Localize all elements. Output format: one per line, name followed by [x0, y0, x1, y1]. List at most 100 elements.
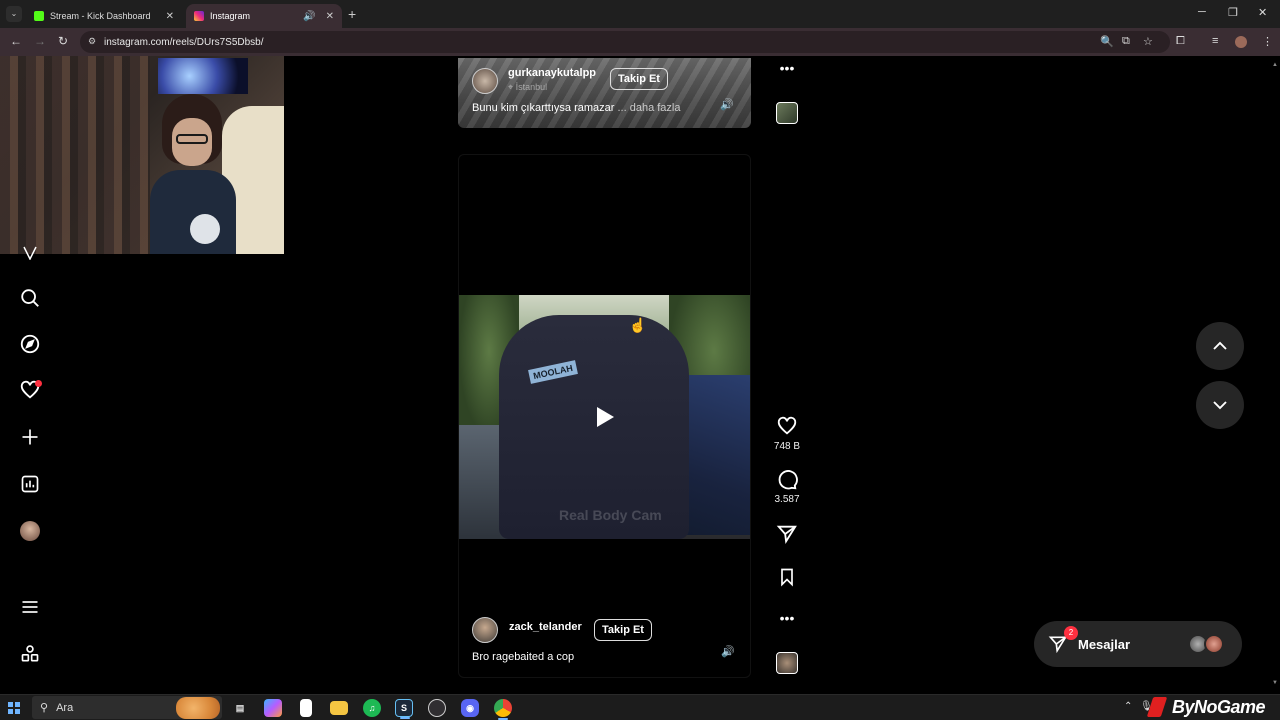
contact-avatar [1204, 634, 1224, 654]
dashboard-icon[interactable] [18, 472, 42, 496]
bynogame-brand-text: ByNoGame [1172, 696, 1266, 717]
back-icon[interactable]: ← [10, 34, 22, 48]
steam-icon[interactable]: S [395, 699, 413, 719]
browser-tab-strip: ⌄ Stream - Kick Dashboard ✕ Instagram 🔊 … [0, 0, 1280, 28]
instagram-reels-page: gurkanaykutalpp ⌖ İstanbul Takip Et Bunu… [0, 56, 1280, 694]
browser-menu-icon[interactable]: ⋮ [1262, 35, 1273, 48]
forward-icon[interactable]: → [34, 34, 46, 48]
media-control-icon[interactable]: ≡ [1212, 35, 1218, 47]
chrome-icon[interactable] [494, 699, 512, 720]
like-count: 748 B [773, 441, 801, 452]
close-tab-icon[interactable]: ✕ [166, 11, 174, 22]
search-icon: ⚲ [40, 702, 49, 714]
windows-taskbar: ⚲ Ara ▤ ♫ S ◉ ⌃ 🎙 [0, 694, 1280, 720]
also-from-meta-icon[interactable] [18, 642, 42, 666]
page-scrollbar-down[interactable]: ▼ [1272, 680, 1278, 688]
instagram-icon [194, 11, 204, 21]
spotify-icon[interactable]: ♫ [363, 699, 381, 717]
streamer [150, 94, 236, 254]
location-text: İstanbul [515, 82, 548, 92]
more-options-icon[interactable]: ••• [775, 610, 799, 626]
streamer-body [150, 170, 236, 254]
zoom-icon[interactable]: 🔍 [1100, 35, 1114, 48]
address-bar[interactable]: ⚙ instagram.com/reels/DUrs7S5Dbsb/ [80, 31, 1170, 53]
reel-author-username[interactable]: zack_telander [509, 621, 582, 633]
volume-icon[interactable]: 🔊 [720, 98, 734, 111]
install-app-icon[interactable]: ⧉ [1122, 35, 1130, 48]
tab-search-button[interactable]: ⌄ [6, 6, 22, 22]
site-info-icon[interactable]: ⚙ [88, 36, 96, 47]
like-heart-icon[interactable] [775, 415, 799, 442]
previous-reel-button[interactable] [1196, 322, 1244, 370]
reload-icon[interactable]: ↻ [58, 34, 68, 48]
volume-icon[interactable]: 🔊 [721, 645, 735, 658]
notification-dot [35, 380, 42, 387]
close-tab-icon[interactable]: ✕ [326, 11, 334, 22]
follow-button[interactable]: Takip Et [594, 619, 652, 641]
location-pin-icon: ⌖ [508, 82, 514, 92]
reels-icon[interactable] [18, 246, 42, 260]
video-watermark: Real Body Cam [559, 507, 662, 523]
tab-kick-dashboard[interactable]: Stream - Kick Dashboard ✕ [26, 4, 182, 28]
search-highlight-cat-image [176, 697, 220, 719]
reel-author-avatar[interactable] [472, 617, 498, 643]
reel-caption: Bro ragebaited a cop [472, 651, 575, 663]
messages-badge: 2 [1064, 626, 1078, 640]
file-explorer-icon[interactable] [330, 701, 348, 715]
mouse-cursor-icon: ☝ [629, 317, 647, 333]
reel-video[interactable]: MOOLAH Real Body Cam ☝ [459, 295, 750, 539]
copilot-icon[interactable] [264, 699, 282, 717]
comment-count: 3.587 [774, 494, 800, 505]
windows-start-icon[interactable] [8, 702, 20, 714]
bynogame-logo: ByNoGame [1146, 694, 1280, 720]
microphone [190, 214, 220, 244]
share-icon[interactable] [775, 523, 799, 550]
profile-avatar-icon[interactable] [18, 519, 42, 543]
play-button[interactable] [577, 397, 633, 437]
next-reel-button[interactable] [1196, 381, 1244, 429]
explore-compass-icon[interactable] [18, 332, 42, 356]
more-options-icon[interactable]: ••• [775, 60, 799, 76]
speaker-icon[interactable]: 🔊 [303, 11, 315, 22]
profile-avatar[interactable] [1235, 36, 1247, 48]
reel-author-username[interactable]: gurkanaykutalpp [508, 67, 596, 79]
obs-icon[interactable] [428, 699, 446, 717]
browser-toolbar: ← → ↻ ⚙ instagram.com/reels/DUrs7S5Dbsb/… [0, 28, 1280, 56]
more-menu-icon[interactable] [18, 595, 42, 619]
reel-author-avatar[interactable] [472, 68, 498, 94]
bynogame-mark [1146, 697, 1168, 717]
comment-icon[interactable] [775, 469, 799, 496]
follow-button[interactable]: Takip Et [610, 68, 668, 90]
url-text: instagram.com/reels/DUrs7S5Dbsb/ [104, 36, 264, 48]
kick-icon [34, 11, 44, 21]
discord-icon[interactable]: ◉ [461, 699, 479, 717]
previous-reel-card[interactable]: gurkanaykutalpp ⌖ İstanbul Takip Et Bunu… [458, 58, 751, 128]
extensions-icon[interactable]: ⧠ [1176, 35, 1185, 48]
tray-overflow-icon[interactable]: ⌃ [1124, 701, 1132, 712]
page-scrollbar-up[interactable]: ▲ [1272, 62, 1278, 70]
tab-instagram[interactable]: Instagram 🔊 ✕ [186, 4, 342, 28]
audio-thumbnail[interactable] [776, 652, 798, 674]
more-link[interactable]: ... daha fazla [618, 102, 681, 114]
create-plus-icon[interactable] [18, 425, 42, 449]
search-icon[interactable] [18, 286, 42, 310]
new-tab-button[interactable]: + [348, 6, 356, 22]
messages-button[interactable]: 2 Mesajlar [1034, 621, 1242, 667]
task-view-icon[interactable]: ▤ [231, 699, 249, 717]
restore-icon[interactable]: ❐ [1228, 6, 1238, 19]
monitor-screen [158, 58, 248, 94]
close-window-icon[interactable]: ✕ [1258, 6, 1267, 19]
minimize-icon[interactable]: ─ [1198, 6, 1206, 18]
messages-label: Mesajlar [1078, 636, 1131, 652]
notifications-heart-icon[interactable] [18, 378, 42, 402]
file-icon[interactable] [300, 699, 312, 717]
streamer-glasses [176, 134, 208, 144]
bookmark-star-icon[interactable]: ☆ [1143, 35, 1153, 48]
clothes-rack [0, 56, 150, 254]
current-reel-card[interactable]: MOOLAH Real Body Cam ☝ zack_telander Tak… [458, 154, 751, 678]
tab-label: Stream - Kick Dashboard [50, 11, 151, 21]
caption-text: Bunu kim çıkarttıysa ramazar [472, 102, 615, 114]
audio-thumbnail[interactable] [776, 102, 798, 124]
save-bookmark-icon[interactable] [775, 566, 799, 593]
location-label: ⌖ İstanbul [508, 82, 547, 93]
